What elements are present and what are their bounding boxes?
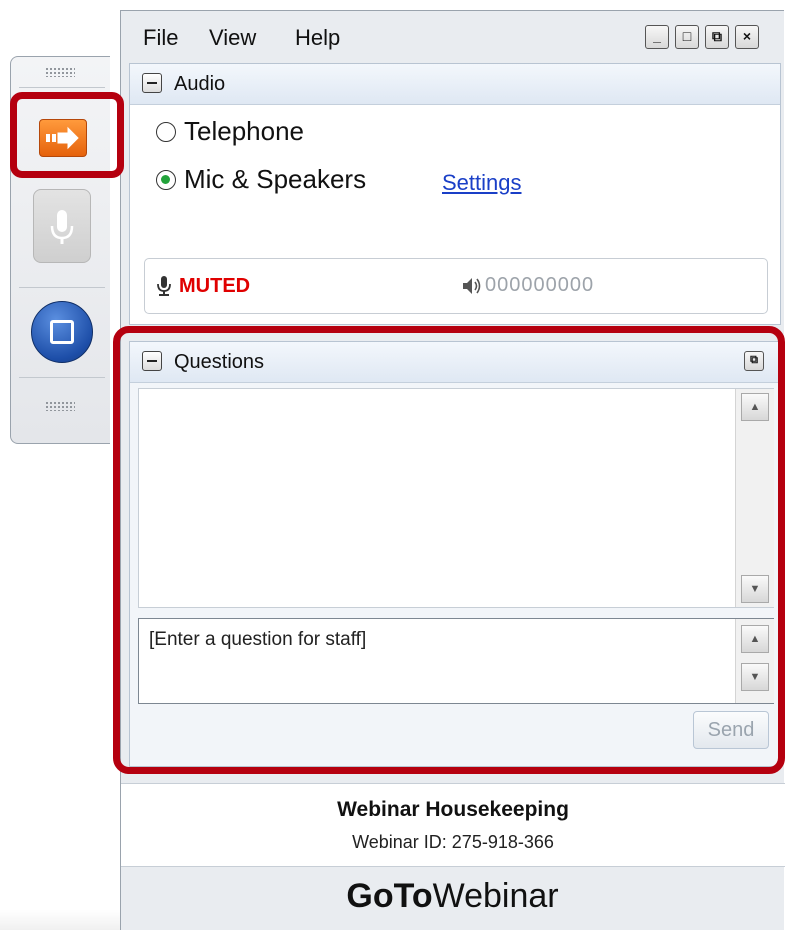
microphone-icon	[50, 210, 74, 244]
minimize-icon: _	[653, 28, 661, 44]
brand-light: Webinar	[432, 877, 559, 915]
menu-help[interactable]: Help	[295, 25, 340, 51]
menu-bar: File View Help _ □ ⧉ ×	[121, 11, 784, 63]
audio-title: Audio	[174, 73, 226, 95]
restore-icon: ⧉	[712, 28, 722, 44]
mic-muted-status[interactable]: MUTED	[179, 275, 250, 298]
drag-grip-bottom[interactable]	[45, 401, 75, 411]
menu-file[interactable]: File	[143, 25, 178, 51]
highlight-questions-panel	[113, 326, 785, 774]
webinar-id: Webinar ID: 275-918-366	[352, 832, 554, 852]
radio-telephone[interactable]	[156, 122, 176, 142]
audio-panel: Audio Telephone Mic & Speakers Settings …	[129, 63, 781, 325]
webinar-info: Webinar Housekeeping Webinar ID: 275-918…	[121, 783, 785, 867]
maximize-button[interactable]: □	[675, 25, 699, 49]
brand-bold: GoTo	[346, 877, 433, 915]
mic-speakers-label[interactable]: Mic & Speakers	[184, 164, 366, 195]
drag-grip-top[interactable]	[45, 67, 75, 77]
microphone-icon	[157, 276, 171, 296]
maximize-icon: □	[682, 28, 692, 44]
speaker-icon	[463, 278, 481, 294]
radio-mic-speakers[interactable]	[156, 170, 176, 190]
audio-panel-header: Audio	[130, 64, 780, 105]
minimize-button[interactable]: _	[645, 25, 669, 49]
strip-divider	[19, 377, 105, 378]
speaker-level-meter: 000000000	[485, 274, 595, 296]
audio-settings-link[interactable]: Settings	[442, 170, 522, 196]
collapse-audio-button[interactable]	[142, 73, 162, 93]
page-edge	[0, 910, 120, 930]
close-icon: ×	[742, 28, 752, 44]
restore-button[interactable]: ⧉	[705, 25, 729, 49]
close-button[interactable]: ×	[735, 25, 759, 49]
strip-divider	[19, 87, 105, 88]
microphone-button[interactable]	[33, 189, 91, 263]
strip-divider	[19, 287, 105, 288]
telephone-label[interactable]: Telephone	[184, 116, 304, 147]
gotowebinar-logo: GoToWebinar	[121, 877, 784, 916]
audio-meter: MUTED 000000000	[144, 258, 768, 314]
highlight-arrow-button	[10, 92, 124, 178]
screen-share-icon	[50, 320, 74, 344]
webinar-title: Webinar Housekeeping	[337, 798, 569, 821]
screen-share-button[interactable]	[31, 301, 93, 363]
menu-view[interactable]: View	[209, 25, 256, 51]
